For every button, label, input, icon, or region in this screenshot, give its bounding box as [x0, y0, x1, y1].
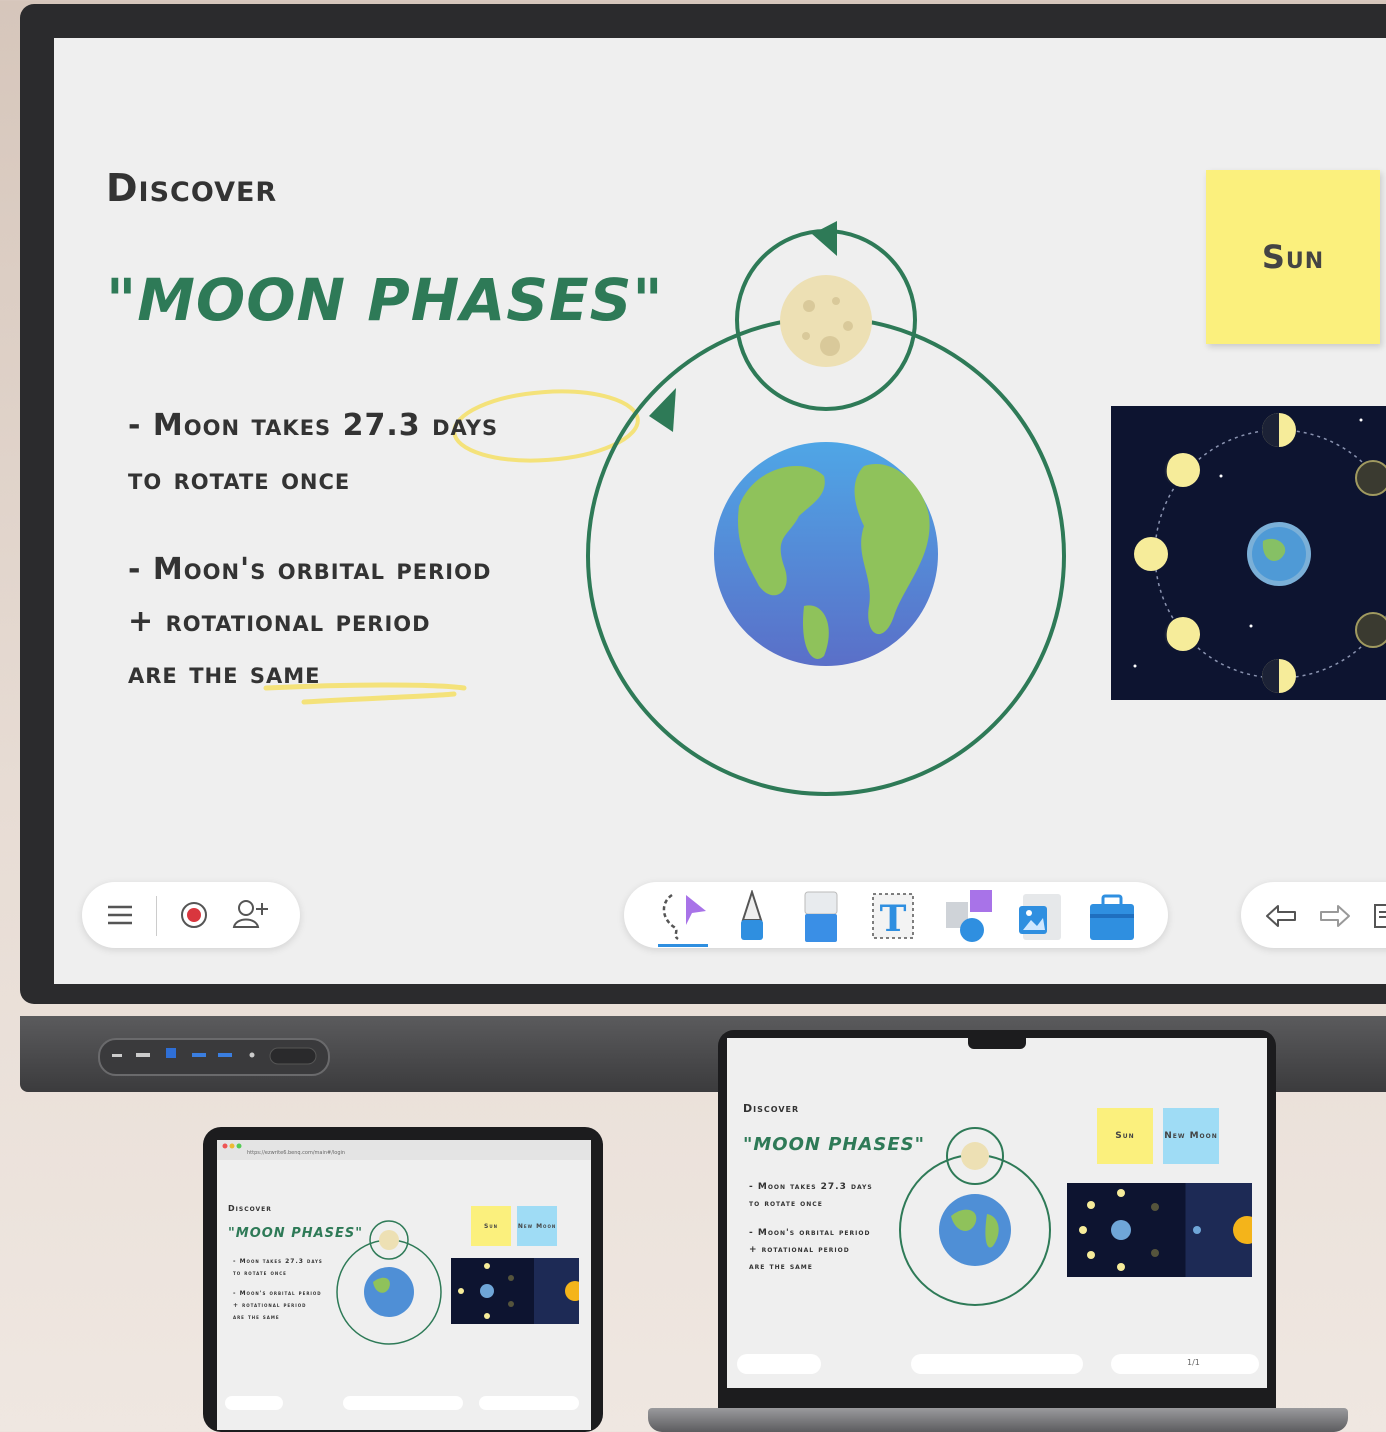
shapes-tool-icon[interactable] [942, 888, 996, 944]
tablet-bullet-1: - Moon takes 27.3 days [233, 1258, 323, 1265]
tablet-menu-pill[interactable] [225, 1396, 283, 1410]
moon-phases-image[interactable] [1111, 406, 1386, 700]
tablet-moon-image [451, 1258, 585, 1324]
sticky-note-sun[interactable]: Sun [1206, 170, 1380, 344]
whiteboard-canvas[interactable]: Discover "MOON PHASES" - Moon takes 27.3… [54, 38, 1386, 984]
laptop-sticky-sun[interactable]: Sun [1097, 1108, 1153, 1164]
tablet-screen[interactable]: https://ezwrite6.benq.com/main#/login Di… [217, 1140, 591, 1430]
orbit-diagram[interactable] [574, 206, 1094, 806]
page-indicator: 1/1 [1187, 1358, 1200, 1367]
toolbox-tool-icon[interactable] [1086, 892, 1138, 942]
laptop-bullet-2b: + rotational period [749, 1245, 850, 1255]
laptop-sticky-new-moon[interactable]: New Moon [1163, 1108, 1219, 1164]
bullet-2-line-1: - Moon's orbital period [128, 552, 492, 587]
tablet-orbit-diagram [336, 1220, 442, 1345]
tools-toolbar: T [624, 882, 1168, 948]
laptop-camera-notch [968, 1036, 1026, 1049]
bullet-2-line-3: are the same [128, 656, 321, 691]
svg-text:T: T [880, 898, 907, 940]
tablet-nav-pill[interactable] [479, 1396, 579, 1410]
redo-icon[interactable] [1317, 900, 1353, 932]
tablet-bullet-2b: + rotational period [233, 1302, 307, 1309]
add-participant-icon[interactable] [232, 896, 270, 932]
pen-tool-icon[interactable] [732, 890, 772, 942]
laptop-discover: Discover [743, 1102, 800, 1115]
eraser-tool-icon[interactable] [800, 890, 842, 944]
divider [156, 896, 157, 936]
active-tool-indicator [658, 944, 708, 947]
moon-orbit-arrow [812, 221, 837, 256]
laptop-bullet-2c: are the same [749, 1262, 813, 1272]
page-list-icon[interactable] [1371, 900, 1386, 932]
text-tool-icon[interactable]: T [870, 890, 916, 942]
front-io-ports [98, 1038, 330, 1076]
tablet-bullet-2c: are the same [233, 1314, 280, 1321]
menu-pill [82, 882, 300, 948]
laptop-menu-pill[interactable] [737, 1354, 821, 1374]
browser-url[interactable]: https://ezwrite6.benq.com/main#/login [247, 1150, 345, 1156]
tablet-sticky-sun[interactable]: Sun [471, 1206, 511, 1246]
laptop-orbit-diagram [899, 1127, 1051, 1306]
laptop-nav-pill[interactable]: 1/1 [1111, 1354, 1259, 1374]
browser-bar: https://ezwrite6.benq.com/main#/login [217, 1140, 591, 1160]
bullet-2-line-2: + rotational period [128, 604, 431, 639]
tablet-tools-pill[interactable] [343, 1396, 463, 1410]
tablet-sticky-new-moon[interactable]: New Moon [517, 1206, 557, 1246]
laptop-bullet-1: - Moon takes 27.3 days [749, 1182, 873, 1192]
laptop-screen[interactable]: Discover "MOON PHASES" - Moon takes 27.3… [727, 1038, 1267, 1388]
menu-icon[interactable] [104, 900, 136, 930]
undo-icon[interactable] [1263, 900, 1299, 932]
laptop-tools-pill[interactable] [911, 1354, 1083, 1374]
select-tool-icon[interactable] [654, 890, 710, 941]
tablet-bullet-2: - Moon's orbital period [233, 1290, 322, 1297]
laptop-bullet-2: - Moon's orbital period [749, 1228, 871, 1238]
bullet-1-line-2: to rotate once [128, 462, 351, 497]
laptop-moon-image [1067, 1183, 1261, 1277]
laptop-base [648, 1408, 1348, 1432]
laptop-bullet-1b: to rotate once [749, 1199, 823, 1209]
bullet-1-line-1: - Moon takes 27.3 days [128, 408, 499, 443]
image-tool-icon[interactable] [1016, 892, 1066, 944]
record-icon[interactable] [178, 899, 210, 931]
navigation-pill [1241, 882, 1386, 948]
tablet-discover: Discover [228, 1204, 272, 1213]
tablet-bullet-1b: to rotate once [233, 1270, 287, 1277]
